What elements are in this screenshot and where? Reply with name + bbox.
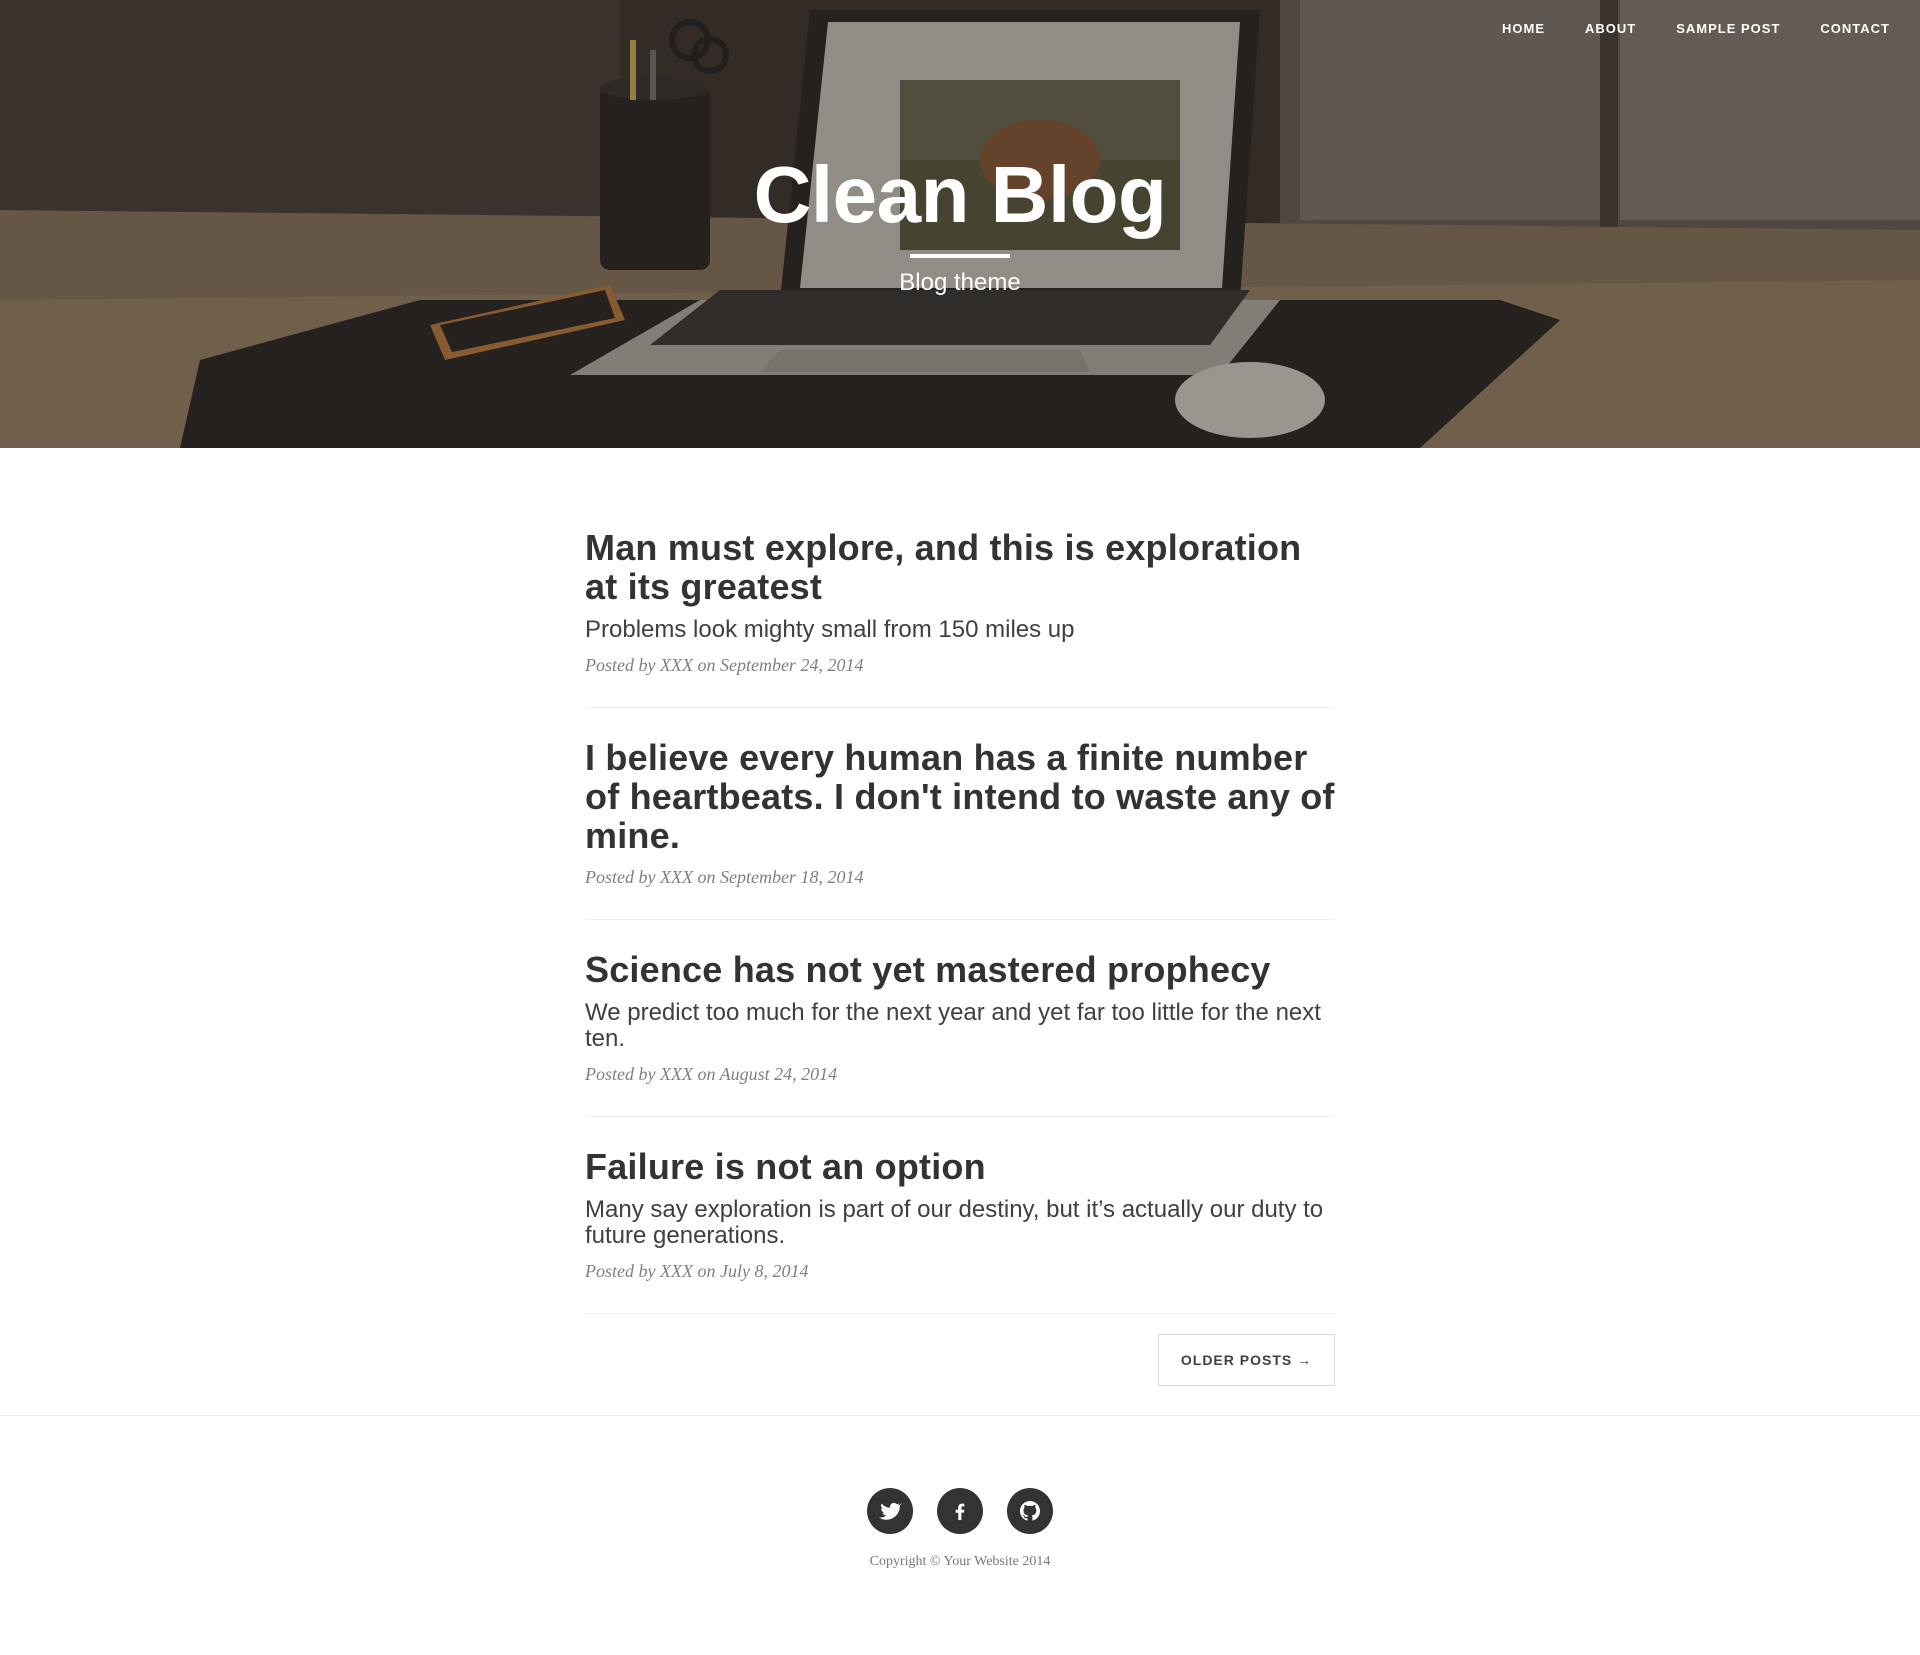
post-preview[interactable]: Failure is not an option Many say explor… xyxy=(585,1117,1335,1314)
post-preview[interactable]: Man must explore, and this is exploratio… xyxy=(585,448,1335,708)
nav-home[interactable]: HOME xyxy=(1482,20,1565,38)
site-heading: Clean Blog Blog theme xyxy=(0,150,1920,298)
post-list: Man must explore, and this is exploratio… xyxy=(585,448,1335,1386)
post-subtitle[interactable]: We predict too much for the next year an… xyxy=(585,1000,1335,1052)
github-icon xyxy=(1020,1501,1040,1521)
title-divider xyxy=(910,254,1010,258)
nav-sample-post[interactable]: SAMPLE POST xyxy=(1656,20,1800,38)
post-subtitle[interactable]: Many say exploration is part of our dest… xyxy=(585,1197,1335,1249)
social-links xyxy=(0,1488,1920,1534)
github-link[interactable] xyxy=(1007,1488,1053,1534)
facebook-icon xyxy=(955,1503,965,1521)
post-subtitle[interactable]: Problems look mighty small from 150 mile… xyxy=(585,617,1335,643)
site-subtitle: Blog theme xyxy=(899,269,1021,296)
post-meta: Posted by XXX on August 24, 2014 xyxy=(585,1064,838,1084)
footer-divider xyxy=(0,1415,1920,1416)
nav-about[interactable]: ABOUT xyxy=(1565,20,1656,38)
post-divider xyxy=(585,1313,1335,1314)
post-title[interactable]: Man must explore, and this is exploratio… xyxy=(585,528,1335,606)
twitter-link[interactable] xyxy=(867,1488,913,1534)
top-navigation: HOME ABOUT SAMPLE POST CONTACT xyxy=(1482,20,1900,38)
older-posts-button[interactable]: OLDER POSTS → xyxy=(1158,1334,1335,1386)
pager: OLDER POSTS → xyxy=(585,1334,1335,1386)
post-title[interactable]: Failure is not an option xyxy=(585,1147,1335,1186)
nav-contact[interactable]: CONTACT xyxy=(1800,20,1900,38)
post-title[interactable]: Science has not yet mastered prophecy xyxy=(585,950,1335,989)
footer: Copyright © Your Website 2014 xyxy=(0,1488,1920,1570)
facebook-link[interactable] xyxy=(937,1488,983,1534)
post-title[interactable]: I believe every human has a finite numbe… xyxy=(585,738,1335,855)
post-preview[interactable]: Science has not yet mastered prophecy We… xyxy=(585,920,1335,1117)
post-preview[interactable]: I believe every human has a finite numbe… xyxy=(585,708,1335,920)
post-meta: Posted by XXX on July 8, 2014 xyxy=(585,1261,809,1281)
twitter-icon xyxy=(879,1502,902,1520)
site-title: Clean Blog xyxy=(753,150,1167,239)
hero-header: HOME ABOUT SAMPLE POST CONTACT Clean Blo… xyxy=(0,0,1920,448)
post-meta: Posted by XXX on September 18, 2014 xyxy=(585,867,864,887)
copyright-text: Copyright © Your Website 2014 xyxy=(869,1554,1051,1569)
post-meta: Posted by XXX on September 24, 2014 xyxy=(585,655,864,675)
